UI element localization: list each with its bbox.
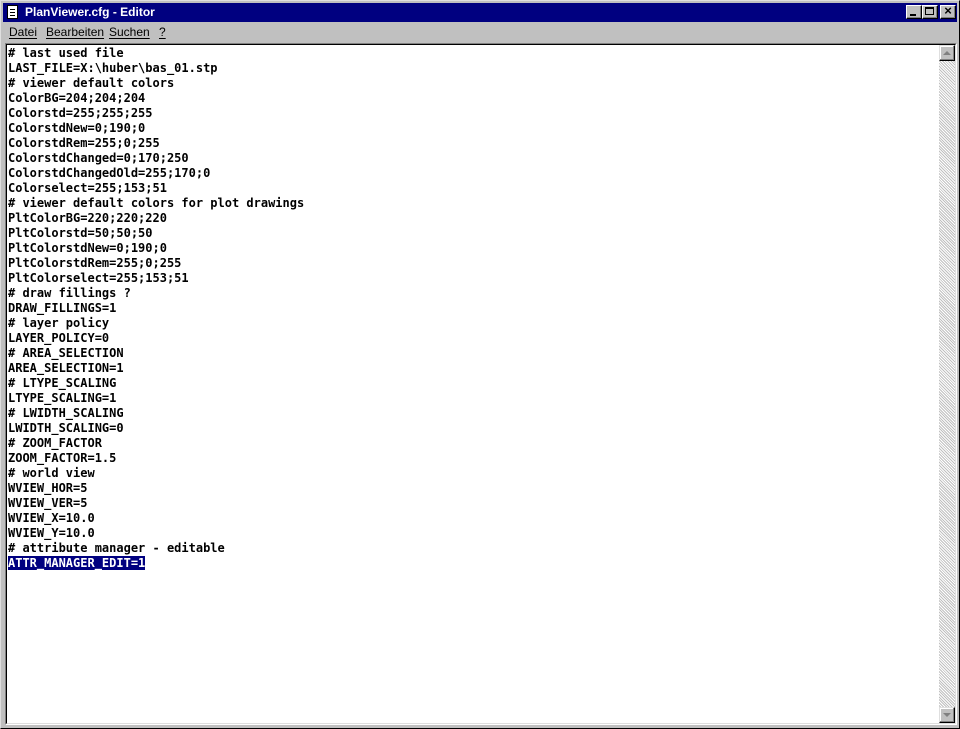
menu-bar: Datei Bearbeiten Suchen ?	[3, 23, 957, 42]
text-line-content: # draw fillings ?	[8, 286, 131, 300]
text-line-content: # viewer default colors for plot drawing…	[8, 196, 305, 210]
text-line[interactable]: PltColorselect=255;153;51	[8, 271, 938, 286]
minimize-button[interactable]	[906, 5, 922, 19]
window-title: PlanViewer.cfg - Editor	[25, 5, 155, 19]
notepad-icon[interactable]	[7, 5, 18, 19]
text-line-content: # ZOOM_FACTOR	[8, 436, 102, 450]
text-line[interactable]: ColorBG=204;204;204	[8, 91, 938, 106]
close-button[interactable]: ×	[940, 3, 956, 19]
text-line-content: PltColorBG=220;220;220	[8, 211, 167, 225]
text-line[interactable]: LWIDTH_SCALING=0	[8, 421, 938, 436]
text-line-content: WVIEW_VER=5	[8, 496, 88, 510]
text-line-content: WVIEW_Y=10.0	[8, 526, 95, 540]
text-line[interactable]: LAST_FILE=X:\huber\bas_01.stp	[8, 61, 938, 76]
text-line[interactable]: ColorstdNew=0;190;0	[8, 121, 938, 136]
close-icon: ×	[944, 3, 952, 18]
text-line-content: LAST_FILE=X:\huber\bas_01.stp	[8, 61, 218, 75]
text-line-content: # viewer default colors	[8, 76, 175, 90]
text-line[interactable]: ColorstdChangedOld=255;170;0	[8, 166, 938, 181]
title-bar[interactable]: PlanViewer.cfg - Editor ×	[3, 3, 957, 22]
text-line-content: LWIDTH_SCALING=0	[8, 421, 124, 435]
text-line-content: ColorstdNew=0;190;0	[8, 121, 146, 135]
text-line[interactable]: # viewer default colors for plot drawing…	[8, 196, 938, 211]
text-line[interactable]: LAYER_POLICY=0	[8, 331, 938, 346]
text-line[interactable]: Colorselect=255;153;51	[8, 181, 938, 196]
text-line[interactable]: # world view	[8, 466, 938, 481]
text-line[interactable]: WVIEW_X=10.0	[8, 511, 938, 526]
text-line[interactable]: # attribute manager - editable	[8, 541, 938, 556]
scroll-down-button[interactable]	[939, 707, 955, 723]
text-line[interactable]: ColorstdChanged=0;170;250	[8, 151, 938, 166]
text-line-content: LTYPE_SCALING=1	[8, 391, 117, 405]
text-line-content: ColorstdChanged=0;170;250	[8, 151, 189, 165]
text-line[interactable]: PltColorstdNew=0;190;0	[8, 241, 938, 256]
maximize-button[interactable]	[922, 5, 938, 19]
text-line-content: PltColorselect=255;153;51	[8, 271, 189, 285]
text-line[interactable]: # draw fillings ?	[8, 286, 938, 301]
text-line[interactable]: PltColorstd=50;50;50	[8, 226, 938, 241]
editor-window: PlanViewer.cfg - Editor × Datei Bearbeit…	[0, 0, 960, 729]
text-line-content: # attribute manager - editable	[8, 541, 225, 555]
text-editor[interactable]: # last used file LAST_FILE=X:\huber\bas_0…	[8, 46, 938, 722]
scroll-up-button[interactable]	[939, 45, 955, 61]
text-line-content: # LWIDTH_SCALING	[8, 406, 124, 420]
editor-client: # last used file LAST_FILE=X:\huber\bas_0…	[6, 44, 956, 724]
text-line-content: PltColorstd=50;50;50	[8, 226, 153, 240]
text-line[interactable]: ATTR_MANAGER_EDIT=1	[8, 556, 938, 571]
text-line[interactable]: # viewer default colors	[8, 76, 938, 91]
text-line-content: # LTYPE_SCALING	[8, 376, 117, 390]
text-line[interactable]: WVIEW_VER=5	[8, 496, 938, 511]
maximize-icon	[925, 7, 934, 15]
text-line[interactable]: # last used file	[8, 46, 938, 61]
text-line-content: # AREA_SELECTION	[8, 346, 124, 360]
arrow-up-icon	[943, 51, 951, 55]
text-line[interactable]: # LTYPE_SCALING	[8, 376, 938, 391]
minimize-icon	[910, 14, 916, 16]
text-line-content: ColorstdRem=255;0;255	[8, 136, 160, 150]
text-line[interactable]: # LWIDTH_SCALING	[8, 406, 938, 421]
text-line[interactable]: # ZOOM_FACTOR	[8, 436, 938, 451]
text-line[interactable]: DRAW_FILLINGS=1	[8, 301, 938, 316]
text-line-content: # layer policy	[8, 316, 110, 330]
text-line-content: LAYER_POLICY=0	[8, 331, 110, 345]
text-line[interactable]: ZOOM_FACTOR=1.5	[8, 451, 938, 466]
text-line[interactable]: WVIEW_HOR=5	[8, 481, 938, 496]
editor-frame: # last used file LAST_FILE=X:\huber\bas_0…	[5, 43, 957, 725]
text-line-content: PltColorstdNew=0;190;0	[8, 241, 167, 255]
text-line-content: Colorselect=255;153;51	[8, 181, 167, 195]
menu-datei[interactable]: Datei	[9, 23, 37, 42]
text-line[interactable]: PltColorBG=220;220;220	[8, 211, 938, 226]
text-line-content: ATTR_MANAGER_EDIT=1	[8, 556, 146, 570]
text-line[interactable]: AREA_SELECTION=1	[8, 361, 938, 376]
text-line[interactable]: LTYPE_SCALING=1	[8, 391, 938, 406]
text-line[interactable]: # layer policy	[8, 316, 938, 331]
text-line-content: Colorstd=255;255;255	[8, 106, 153, 120]
text-line[interactable]: ColorstdRem=255;0;255	[8, 136, 938, 151]
text-line-content: ZOOM_FACTOR=1.5	[8, 451, 117, 465]
vertical-scrollbar[interactable]	[939, 45, 955, 723]
text-line-content: WVIEW_HOR=5	[8, 481, 88, 495]
arrow-down-icon	[943, 713, 951, 717]
text-line-content: WVIEW_X=10.0	[8, 511, 95, 525]
text-line-content: ColorBG=204;204;204	[8, 91, 146, 105]
text-line-content: # world view	[8, 466, 95, 480]
text-line-content: ColorstdChangedOld=255;170;0	[8, 166, 211, 180]
menu-bearbeiten[interactable]: Bearbeiten	[46, 23, 104, 42]
text-line[interactable]: PltColorstdRem=255;0;255	[8, 256, 938, 271]
menu-help[interactable]: ?	[159, 23, 166, 42]
text-line-content: # last used file	[8, 46, 124, 60]
text-line[interactable]: # AREA_SELECTION	[8, 346, 938, 361]
menu-suchen[interactable]: Suchen	[109, 23, 150, 42]
text-line-content: PltColorstdRem=255;0;255	[8, 256, 182, 270]
text-line-content: AREA_SELECTION=1	[8, 361, 124, 375]
text-line-content: DRAW_FILLINGS=1	[8, 301, 117, 315]
text-line[interactable]: Colorstd=255;255;255	[8, 106, 938, 121]
text-line[interactable]: WVIEW_Y=10.0	[8, 526, 938, 541]
